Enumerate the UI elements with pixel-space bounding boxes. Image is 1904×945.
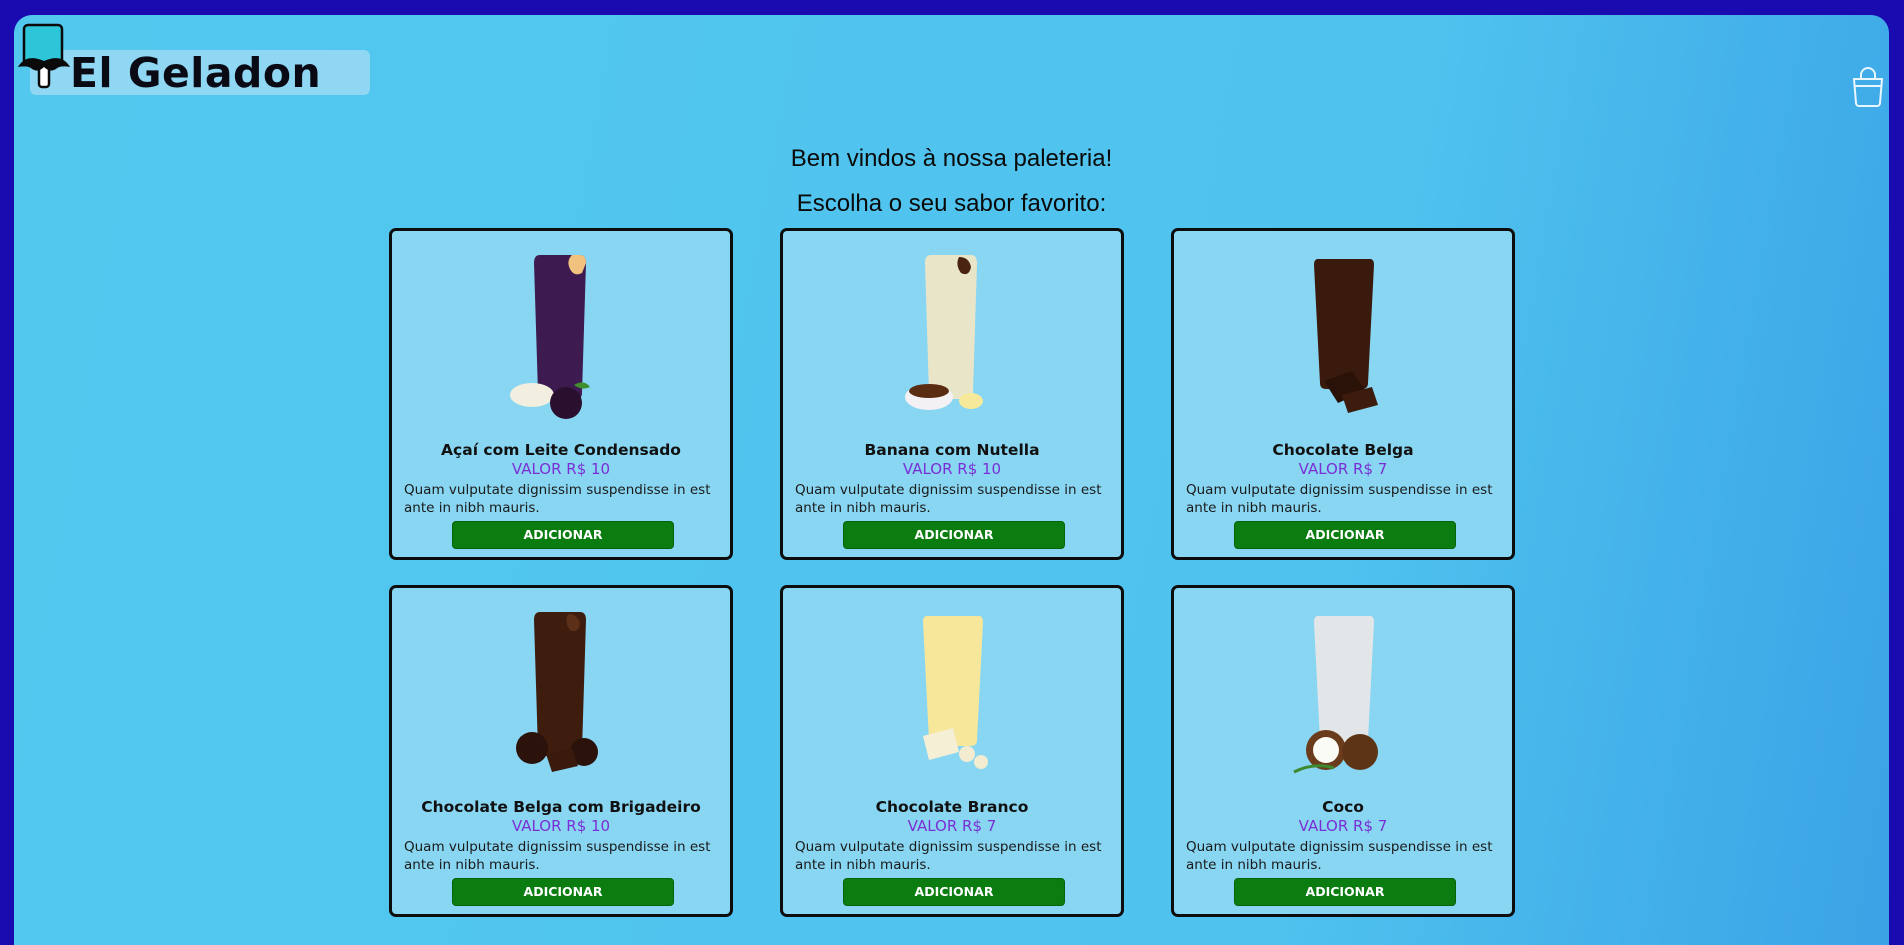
product-description: Quam vulputate dignissim suspendisse in …: [795, 839, 1102, 873]
add-to-cart-button[interactable]: ADICIONAR: [1234, 521, 1456, 549]
product-grid: Açaí com Leite Condensado VALOR R$ 10 Qu…: [389, 228, 1515, 917]
product-card: Açaí com Leite Condensado VALOR R$ 10 Qu…: [389, 228, 733, 560]
product-card: Coco VALOR R$ 7 Quam vulputate dignissim…: [1171, 585, 1515, 917]
product-description: Quam vulputate dignissim suspendisse in …: [404, 839, 711, 873]
page: El Geladon Bem vindos à nossa paleteria!…: [14, 15, 1889, 945]
product-price: VALOR R$ 10: [511, 817, 611, 835]
product-card: Chocolate Belga VALOR R$ 7 Quam vulputat…: [1171, 228, 1515, 560]
banana-nutella-popsicle-image: [905, 255, 983, 410]
product-name: Chocolate Branco: [875, 798, 1029, 816]
add-to-cart-button[interactable]: ADICIONAR: [843, 878, 1065, 906]
product-card: Chocolate Branco VALOR R$ 7 Quam vulputa…: [780, 585, 1124, 917]
product-price: VALOR R$ 10: [511, 460, 611, 478]
add-to-cart-button[interactable]: ADICIONAR: [452, 878, 674, 906]
acai-popsicle-image: [510, 255, 590, 419]
product-name: Açaí com Leite Condensado: [441, 441, 681, 459]
product-price: VALOR R$ 7: [1298, 460, 1388, 478]
welcome-heading: Bem vindos à nossa paleteria!: [790, 145, 1113, 172]
add-to-cart-button[interactable]: ADICIONAR: [1234, 878, 1456, 906]
product-name: Chocolate Belga: [1272, 441, 1414, 459]
product-card: Banana com Nutella VALOR R$ 10 Quam vulp…: [780, 228, 1124, 560]
choose-flavor-heading: Escolha o seu sabor favorito:: [796, 190, 1107, 217]
product-description: Quam vulputate dignissim suspendisse in …: [404, 482, 711, 516]
brand-title: El Geladon: [70, 49, 322, 97]
coconut-popsicle-image: [1293, 616, 1378, 774]
brigadeiro-popsicle-image: [516, 612, 598, 772]
product-description: Quam vulputate dignissim suspendisse in …: [1186, 482, 1493, 516]
product-name: Coco: [1322, 798, 1364, 816]
product-price: VALOR R$ 10: [902, 460, 1002, 478]
add-to-cart-button[interactable]: ADICIONAR: [452, 521, 674, 549]
product-description: Quam vulputate dignissim suspendisse in …: [1186, 839, 1493, 873]
product-card: Chocolate Belga com Brigadeiro VALOR R$ …: [389, 585, 733, 917]
product-price: VALOR R$ 7: [907, 817, 997, 835]
shopping-bag-icon[interactable]: [1850, 65, 1886, 107]
white-chocolate-popsicle-image: [923, 616, 988, 769]
product-price: VALOR R$ 7: [1298, 817, 1388, 835]
product-name: Chocolate Belga com Brigadeiro: [421, 798, 701, 816]
product-description: Quam vulputate dignissim suspendisse in …: [795, 482, 1102, 516]
product-name: Banana com Nutella: [864, 441, 1040, 459]
belgian-chocolate-popsicle-image: [1314, 259, 1378, 413]
add-to-cart-button[interactable]: ADICIONAR: [843, 521, 1065, 549]
popsicle-mustache-logo: [18, 23, 70, 89]
